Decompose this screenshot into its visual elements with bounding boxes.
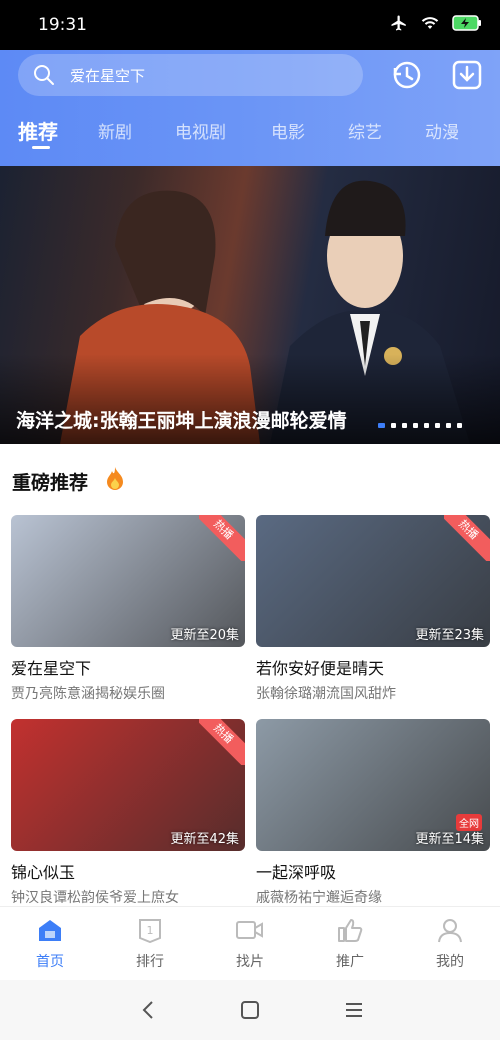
status-time: 19:31: [38, 15, 87, 35]
fire-icon: [107, 467, 123, 490]
nav-label: 推广: [336, 954, 364, 970]
nav-mine[interactable]: 我的: [410, 917, 490, 971]
carousel-dot: [446, 423, 451, 428]
carousel-dot: [424, 423, 429, 428]
update-status: 更新至14集: [415, 832, 484, 847]
banner-carousel[interactable]: 海洋之城:张翰王丽坤上演浪漫邮轮爱情: [0, 166, 500, 444]
tab-tv-series[interactable]: 电视剧: [175, 118, 226, 143]
download-button[interactable]: [450, 58, 484, 92]
update-status: 更新至20集: [170, 628, 239, 643]
show-subtitle: 钟汉良谭松韵侯爷爱上庶女: [11, 890, 179, 906]
show-thumbnail: 热播 更新至20集: [11, 515, 245, 647]
menu-icon[interactable]: [344, 1001, 364, 1019]
show-card[interactable]: 热播 更新至20集 爱在星空下 贾乃亮陈意涵揭秘娱乐圈: [11, 515, 245, 703]
carousel-indicators: [378, 423, 462, 428]
system-navigation-bar: [0, 980, 500, 1040]
battery-icon: [452, 15, 481, 31]
show-thumbnail: 热播 更新至23集: [256, 515, 490, 647]
wifi-icon: [421, 17, 439, 29]
update-status: 更新至42集: [170, 832, 239, 847]
carousel-dot: [378, 423, 385, 428]
show-thumbnail: 全网 更新至14集: [256, 719, 490, 851]
tab-variety[interactable]: 综艺: [348, 118, 382, 143]
show-thumbnail: 热播 更新至42集: [11, 719, 245, 851]
hot-badge: 热播: [199, 719, 245, 765]
download-icon: [452, 60, 482, 90]
nav-label: 首页: [36, 954, 64, 970]
ranking-icon: 1: [139, 919, 161, 944]
search-placeholder: 爱在星空下: [70, 67, 146, 85]
status-icons: [390, 14, 482, 32]
tab-new-drama[interactable]: 新剧: [98, 118, 132, 143]
hot-badge: 热播: [444, 515, 490, 561]
search-icon: [34, 65, 54, 85]
show-subtitle: 贾乃亮陈意涵揭秘娱乐圈: [11, 686, 165, 702]
svg-text:1: 1: [147, 924, 154, 937]
carousel-dot: [457, 423, 462, 428]
carousel-dot: [391, 423, 396, 428]
tab-anime[interactable]: 动漫: [425, 118, 459, 143]
show-title: 爱在星空下: [11, 659, 92, 678]
bottom-navigation: 首页 1 排行 找片 推广 我的: [0, 906, 500, 980]
user-icon: [438, 919, 462, 943]
hot-badge-label: 热播: [444, 515, 490, 561]
active-tab-indicator: [32, 146, 50, 149]
show-subtitle: 张翰徐璐潮流国风甜炸: [256, 686, 396, 702]
nav-label: 排行: [136, 954, 164, 970]
tab-movies[interactable]: 电影: [271, 118, 305, 143]
show-card[interactable]: 热播 更新至42集 锦心似玉 钟汉良谭松韵侯爷爱上庶女: [11, 719, 245, 907]
carousel-dot: [435, 423, 440, 428]
home-icon: [39, 920, 61, 941]
carousel-dot: [402, 423, 407, 428]
hot-badge-label: 热播: [199, 515, 245, 561]
category-tabs: 推荐 新剧 电视剧 电影 综艺 动漫: [0, 112, 500, 160]
nav-label: 我的: [436, 954, 464, 970]
hot-badge-label: 热播: [199, 719, 245, 765]
section-title: 重磅推荐: [12, 472, 89, 494]
back-icon[interactable]: [140, 1000, 156, 1020]
hot-badge: 热播: [199, 515, 245, 561]
show-title: 一起深呼吸: [256, 863, 337, 882]
history-button[interactable]: [390, 58, 424, 92]
search-input[interactable]: 爱在星空下: [18, 54, 363, 96]
status-bar: 19:31: [0, 0, 500, 50]
thumbs-up-icon: [338, 919, 363, 942]
show-title: 锦心似玉: [11, 863, 76, 882]
nav-ranking[interactable]: 1 排行: [110, 917, 190, 971]
home-square-icon[interactable]: [240, 1000, 260, 1020]
airplane-icon: [391, 15, 406, 31]
nav-home[interactable]: 首页: [10, 917, 90, 971]
video-camera-icon: [236, 921, 263, 939]
show-subtitle: 戚薇杨祐宁邂逅奇缘: [256, 890, 382, 906]
show-card[interactable]: 全网 更新至14集 一起深呼吸 戚薇杨祐宁邂逅奇缘: [256, 719, 490, 907]
show-title: 若你安好便是晴天: [256, 659, 385, 678]
tab-recommend[interactable]: 推荐: [18, 116, 58, 145]
carousel-dot: [413, 423, 418, 428]
banner-title: 海洋之城:张翰王丽坤上演浪漫邮轮爱情: [16, 410, 347, 432]
nav-find-video[interactable]: 找片: [210, 917, 290, 971]
update-status: 更新至23集: [415, 628, 484, 643]
show-card[interactable]: 热播 更新至23集 若你安好便是晴天 张翰徐璐潮流国风甜炸: [256, 515, 490, 703]
nav-promote[interactable]: 推广: [310, 917, 390, 971]
nav-label: 找片: [236, 954, 264, 970]
history-icon: [393, 61, 421, 89]
